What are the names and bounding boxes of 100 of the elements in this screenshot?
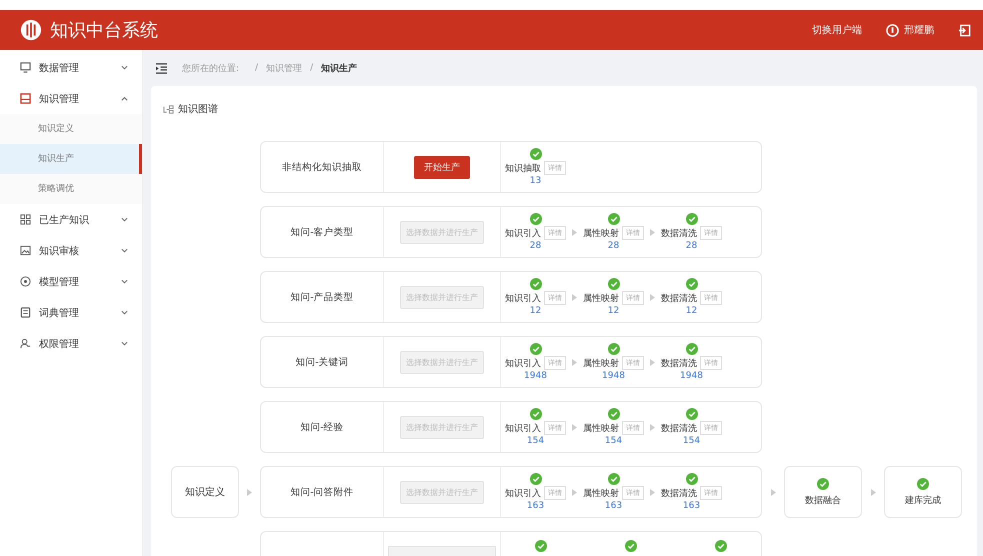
logout-icon[interactable] — [958, 24, 971, 36]
breadcrumb-separator: / — [310, 63, 314, 73]
arrow-icon — [770, 488, 776, 496]
step-count: 154 — [604, 436, 622, 446]
check-icon — [917, 478, 929, 490]
pipeline-name: 知问-产品类型 — [290, 290, 354, 304]
logo-icon — [20, 19, 42, 41]
step-label: 属性映射 — [583, 358, 619, 370]
submenu-item[interactable]: 知识生产 — [0, 144, 142, 174]
step-count: 154 — [526, 436, 544, 446]
arrow-icon — [650, 358, 655, 366]
node-label: 建库完成 — [905, 494, 941, 506]
step-label: 知识抽取 — [505, 162, 541, 174]
menu-item[interactable]: 词典管理 — [0, 297, 142, 328]
step-label: 数据清洗 — [661, 488, 697, 500]
arrow-icon — [572, 488, 577, 496]
menu-item[interactable]: 知识管理 — [0, 83, 142, 114]
check-icon — [686, 278, 698, 290]
graph-icon — [163, 104, 174, 114]
step-count: 13 — [530, 176, 542, 186]
step-count: 1948 — [524, 371, 547, 381]
step-count: 28 — [608, 241, 620, 251]
step-count: 1948 — [680, 371, 703, 381]
check-icon — [817, 478, 829, 490]
image-icon — [20, 245, 31, 256]
check-icon — [530, 148, 542, 160]
switch-client-link[interactable]: 切换用户端 — [812, 23, 862, 37]
step-count: 28 — [686, 241, 698, 251]
menu-item[interactable]: 知识审核 — [0, 235, 142, 266]
check-icon — [686, 343, 698, 355]
step-count: 12 — [686, 306, 698, 316]
step-label: 知识引入 — [505, 488, 541, 500]
check-icon — [608, 473, 620, 485]
check-icon — [530, 473, 542, 485]
menu-item[interactable]: 已生产知识 — [0, 204, 142, 235]
node-label: 知识定义 — [185, 486, 225, 499]
arrow-icon — [572, 294, 577, 300]
arrow-icon — [572, 228, 577, 236]
menu-item[interactable]: 模型管理 — [0, 266, 142, 297]
check-icon — [608, 213, 620, 225]
check-icon — [608, 408, 620, 420]
circle-icon — [20, 276, 31, 287]
menu-item[interactable]: 数据管理 — [0, 52, 142, 83]
arrow-icon — [870, 488, 876, 496]
step-label: 属性映射 — [583, 422, 619, 434]
step-label: 数据清洗 — [661, 292, 697, 304]
pipeline-name: 知问-经验 — [300, 420, 344, 434]
check-icon — [686, 473, 698, 485]
pipeline-name: 知问-问答附件 — [290, 486, 354, 498]
start-production-button[interactable]: 开始生产 — [414, 156, 470, 178]
arrow-icon — [650, 228, 655, 236]
monitor-icon — [20, 62, 31, 73]
step-label: 知识引入 — [505, 422, 541, 434]
step-count: 1948 — [602, 371, 625, 381]
check-icon — [535, 540, 547, 552]
step-count: 12 — [608, 306, 620, 316]
pipeline-name: 非结构化知识抽取 — [282, 160, 362, 174]
check-icon — [530, 343, 542, 355]
step-count: 12 — [530, 306, 542, 316]
node-label: 数据融合 — [805, 494, 841, 506]
pipeline-name: 知问-客户类型 — [290, 226, 354, 238]
check-icon — [530, 213, 542, 225]
card-title: 知识图谱 — [178, 102, 218, 116]
step-label: 知识引入 — [505, 358, 541, 370]
check-icon — [530, 408, 542, 420]
check-icon — [715, 540, 727, 552]
menu-item[interactable]: 权限管理 — [0, 328, 142, 359]
step-label: 属性映射 — [583, 488, 619, 500]
check-icon — [625, 540, 637, 552]
menu-icon[interactable] — [155, 62, 168, 74]
arrow-icon — [572, 358, 577, 366]
arrow-icon — [650, 294, 655, 300]
step-count: 163 — [682, 501, 700, 511]
breadcrumb-link[interactable]: 知识管理 — [266, 62, 302, 74]
step-label: 知识引入 — [505, 292, 541, 304]
step-label: 知识引入 — [505, 228, 541, 240]
breadcrumb-label: 您所在的位置: — [182, 62, 240, 74]
step-label: 属性映射 — [583, 228, 619, 240]
breadcrumb-link[interactable]: 知识生产 — [321, 62, 358, 74]
breadcrumb-separator: / — [255, 63, 258, 73]
step-count: 163 — [526, 501, 544, 511]
user-name[interactable]: 邢耀鹏 — [904, 23, 934, 37]
arrow-icon — [650, 488, 655, 496]
step-label: 数据清洗 — [661, 422, 697, 434]
check-icon — [608, 278, 620, 290]
step-count: 163 — [604, 501, 622, 511]
check-icon — [686, 213, 698, 225]
submenu-item[interactable]: 策略调优 — [0, 174, 142, 204]
step-label: 属性映射 — [583, 292, 619, 304]
app-title: 知识中台系统 — [50, 19, 158, 42]
arrow-icon — [247, 488, 252, 496]
check-icon — [608, 343, 620, 355]
submenu-item[interactable]: 知识定义 — [0, 114, 142, 144]
arrow-icon — [572, 424, 577, 430]
check-icon — [686, 408, 698, 420]
grid-icon — [20, 214, 31, 225]
step-count: 28 — [530, 241, 542, 251]
step-label: 数据清洗 — [661, 228, 697, 240]
step-count: 154 — [682, 436, 700, 446]
check-icon — [530, 278, 542, 290]
